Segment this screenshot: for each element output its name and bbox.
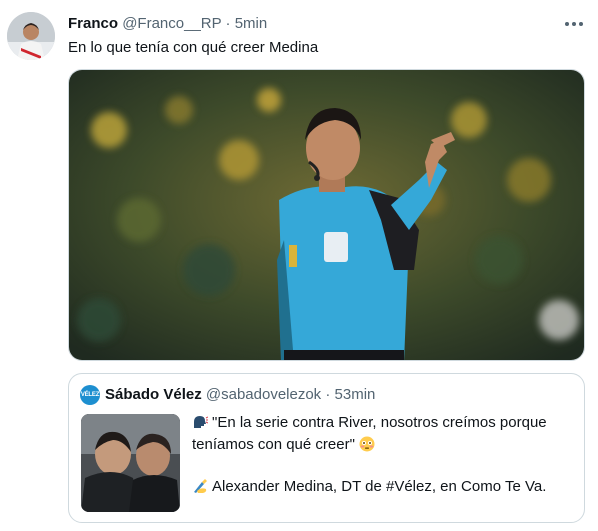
author-avatar[interactable] bbox=[7, 12, 55, 60]
quoted-line-3-text: Alexander Medina, DT de #Vélez, en Como … bbox=[212, 478, 547, 495]
quoted-line-3: Alexander Medina, DT de #Vélez, en Como … bbox=[192, 476, 576, 498]
quoted-author-name[interactable]: Sábado Vélez bbox=[105, 386, 202, 403]
quoted-tweet[interactable]: VÉLEZ Sábado Vélez @sabadovelezok · 53mi… bbox=[68, 373, 585, 523]
quoted-line-2-text: teníamos con qué creer" bbox=[192, 436, 355, 453]
quoted-avatar[interactable]: VÉLEZ bbox=[80, 385, 100, 405]
speaking-head-emoji-icon bbox=[194, 416, 208, 428]
quoted-line-1: "En la serie contra River, nosotros creí… bbox=[192, 412, 576, 434]
author-handle[interactable]: @Franco__RP bbox=[122, 15, 221, 32]
coach-photo bbox=[81, 414, 180, 512]
flushed-face-emoji-icon bbox=[359, 436, 375, 452]
writing-hand-emoji-icon bbox=[194, 479, 207, 493]
tweet-image[interactable] bbox=[68, 69, 585, 361]
quoted-avatar-text: VÉLEZ bbox=[80, 392, 100, 398]
tweet-text: En lo que tenía con qué creer Medina bbox=[68, 39, 319, 56]
header-separator: · bbox=[225, 15, 231, 32]
quoted-line-1-text: "En la serie contra River, nosotros creí… bbox=[212, 414, 547, 431]
quoted-time[interactable]: 53min bbox=[335, 386, 376, 403]
quoted-author-handle[interactable]: @sabadovelezok bbox=[206, 386, 321, 403]
quoted-text: "En la serie contra River, nosotros creí… bbox=[192, 412, 576, 498]
tweet-header: Franco @Franco__RP · 5min bbox=[68, 14, 267, 34]
quoted-separator: · bbox=[325, 386, 331, 403]
quoted-thumbnail[interactable] bbox=[81, 414, 180, 512]
author-name[interactable]: Franco bbox=[68, 15, 118, 32]
quoted-line-2: teníamos con qué creer" bbox=[192, 434, 576, 456]
quoted-header: Sábado Vélez @sabadovelezok · 53min bbox=[105, 385, 375, 405]
referee-photo bbox=[69, 70, 584, 360]
tweet-card[interactable]: Franco @Franco__RP · 5min En lo que tení… bbox=[0, 0, 598, 531]
more-options-icon[interactable] bbox=[562, 14, 586, 34]
tweet-time[interactable]: 5min bbox=[235, 15, 268, 32]
user-avatar-icon bbox=[7, 12, 55, 60]
